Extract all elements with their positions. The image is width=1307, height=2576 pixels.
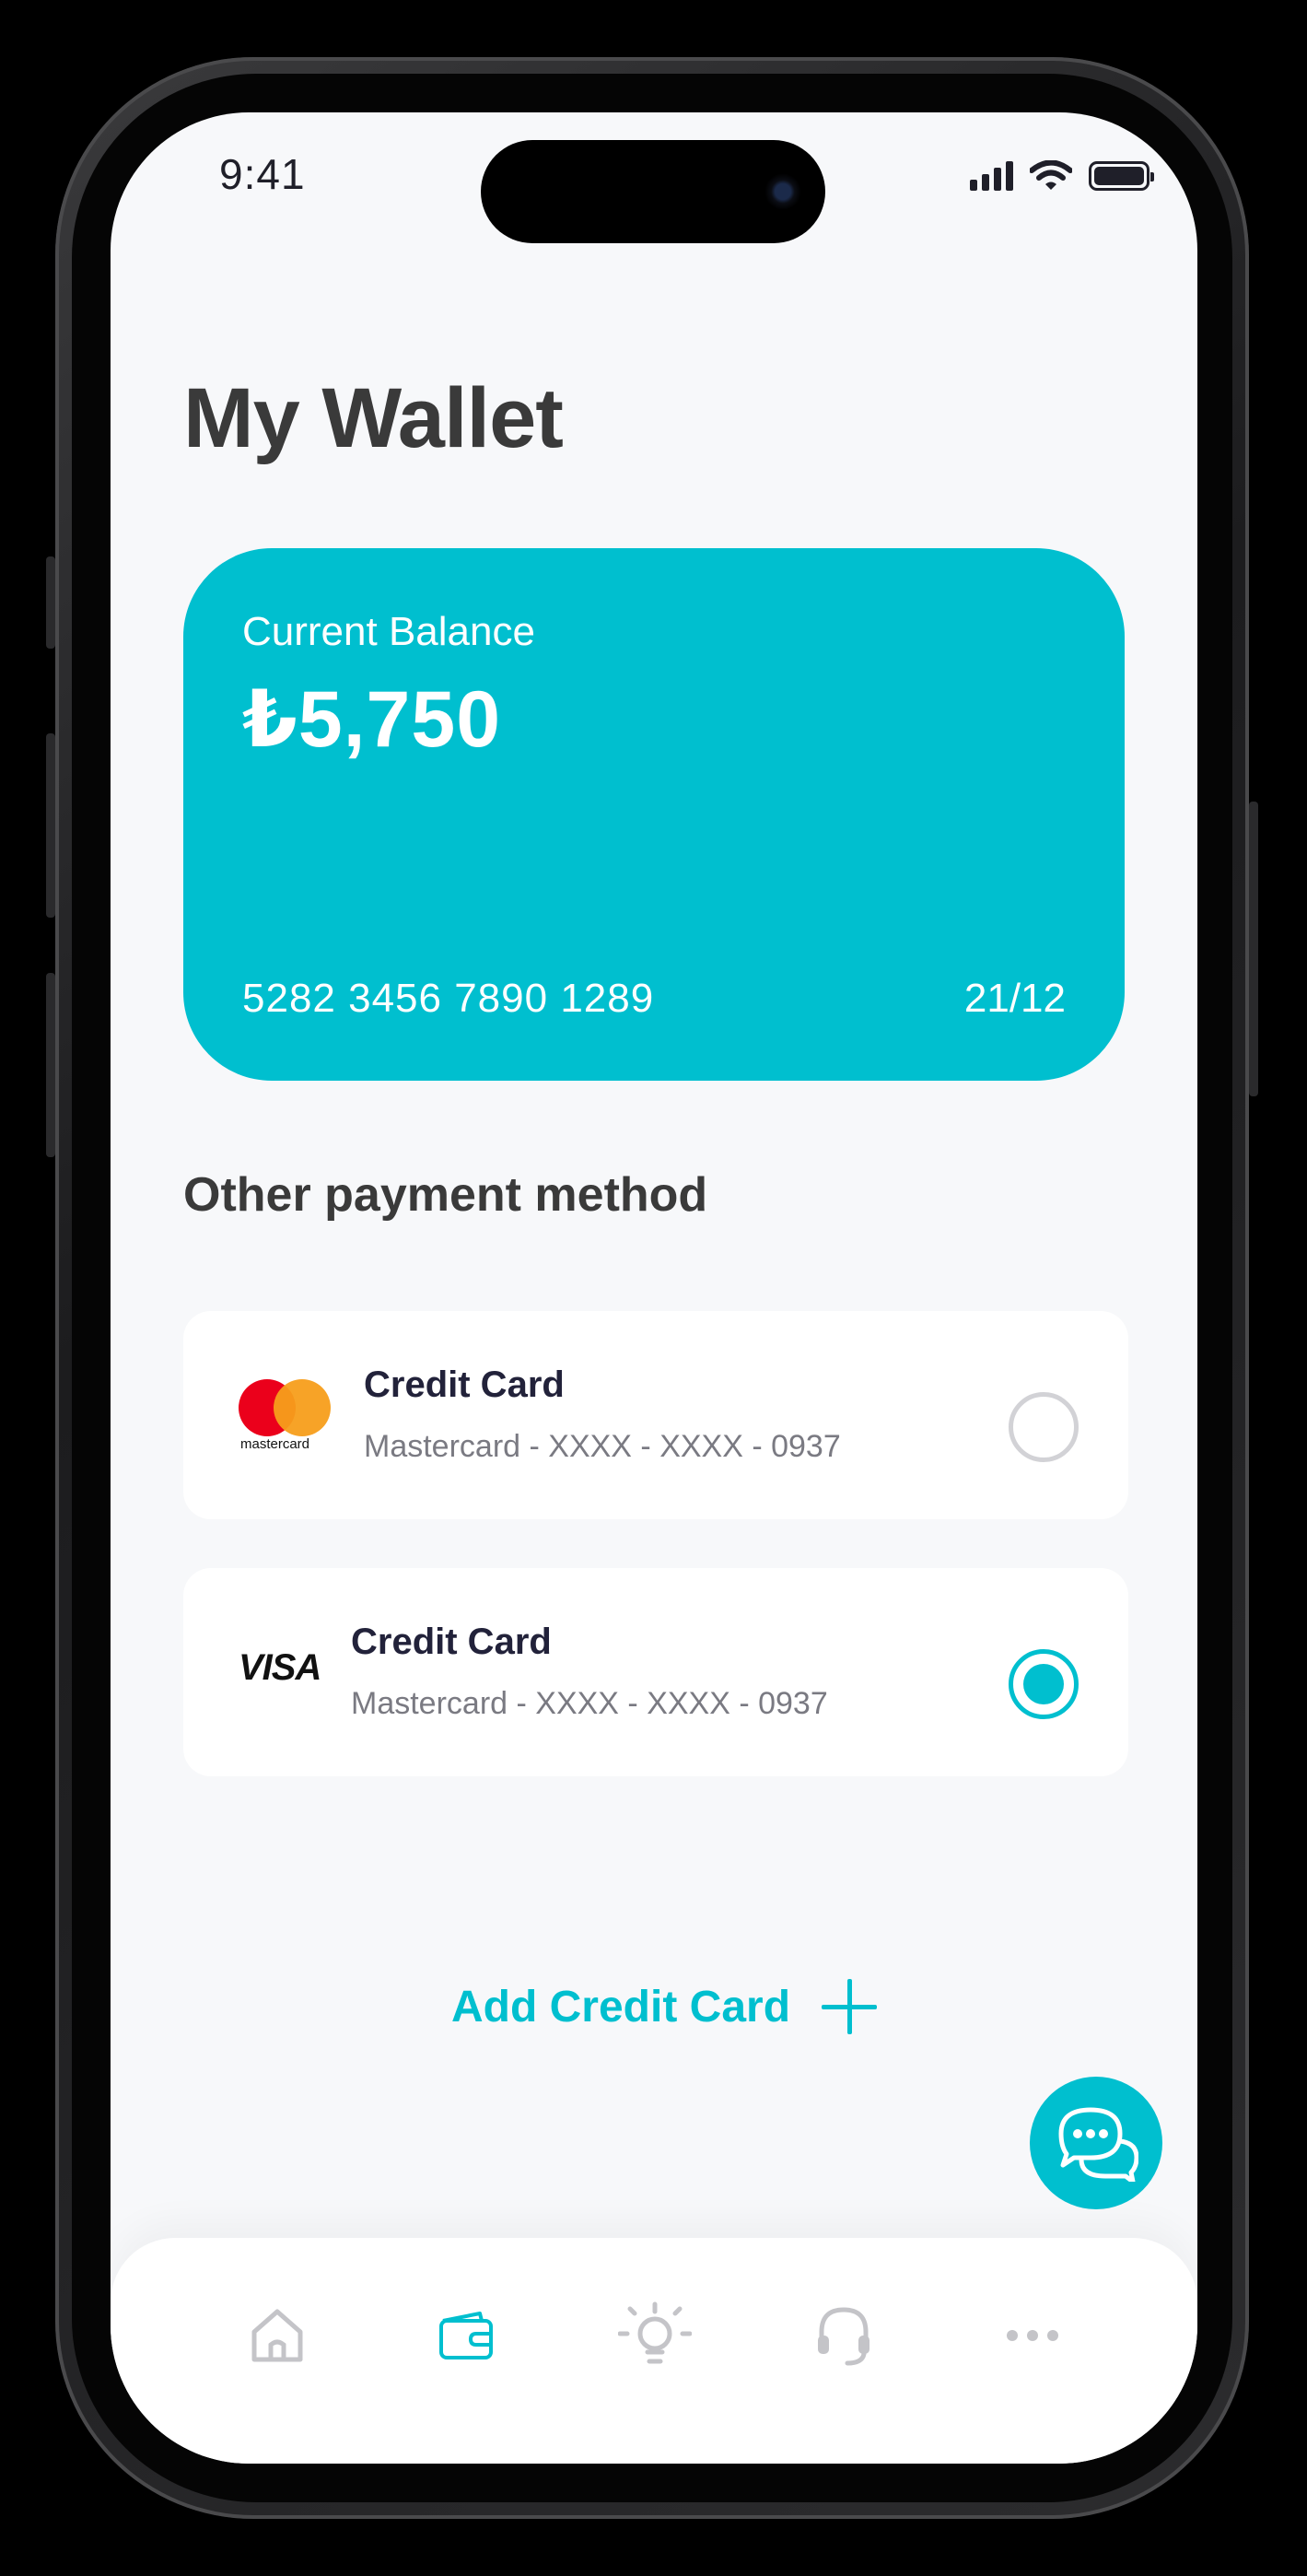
battery-icon [1089,161,1154,191]
balance-card[interactable]: Current Balance ₺5,750 5282 3456 7890 12… [183,548,1125,1081]
payment-method-visa[interactable]: VISA Credit Card Mastercard - XXXX - XXX… [183,1568,1128,1776]
home-icon [251,2309,303,2362]
payment-method-title: Credit Card [364,1364,565,1405]
camera-icon [764,173,801,210]
card-expiry: 21/12 [963,976,1066,1021]
payment-method-mastercard[interactable]: mastercard Credit Card Mastercard - XXXX… [183,1311,1128,1519]
volume-down-button [46,973,55,1157]
visa-logo-text: VISA [239,1647,321,1688]
tab-ideas[interactable] [618,2299,692,2372]
volume-up-button [46,733,55,918]
tab-home[interactable] [240,2299,314,2372]
lightbulb-icon [618,2301,692,2364]
add-credit-card-button[interactable]: Add Credit Card [451,1979,878,2034]
balance-amount: ₺5,750 [242,675,502,764]
visa-logo-icon: VISA [239,1647,321,1689]
chat-bubbles-icon [1058,2107,1138,2182]
dynamic-island [481,140,825,243]
add-credit-card-label: Add Credit Card [451,1982,791,2032]
payment-method-title: Credit Card [351,1622,552,1662]
tab-bar [111,2238,1197,2464]
chat-support-button[interactable] [1030,2077,1162,2209]
more-icon [1007,2330,1058,2341]
power-button [1249,802,1258,1096]
plus-icon [822,1979,878,2034]
wallet-icon [439,2312,493,2359]
payment-method-subtitle: Mastercard - XXXX - XXXX - 0937 [351,1686,828,1721]
page-title: My Wallet [183,371,564,465]
mastercard-logo-text: mastercard [240,1436,310,1452]
mastercard-logo-icon: mastercard [239,1379,331,1453]
tab-wallet[interactable] [429,2299,503,2372]
tab-support[interactable] [807,2299,881,2372]
tab-more[interactable] [996,2299,1069,2372]
action-button [46,556,55,649]
card-number: 5282 3456 7890 1289 [242,976,655,1021]
select-radio-mastercard[interactable] [1009,1392,1079,1462]
balance-label: Current Balance [242,609,535,654]
headset-icon [818,2307,869,2366]
payment-method-subtitle: Mastercard - XXXX - XXXX - 0937 [364,1429,841,1464]
screen: 9:41 My Wallet Current Balance ₺5,750 52… [111,112,1197,2464]
status-icons [970,160,1154,192]
status-time: 9:41 [219,150,306,198]
wifi-icon [1030,160,1072,190]
select-radio-visa[interactable] [1009,1649,1079,1719]
section-title: Other payment method [183,1168,708,1222]
cellular-signal-icon [970,161,1013,191]
